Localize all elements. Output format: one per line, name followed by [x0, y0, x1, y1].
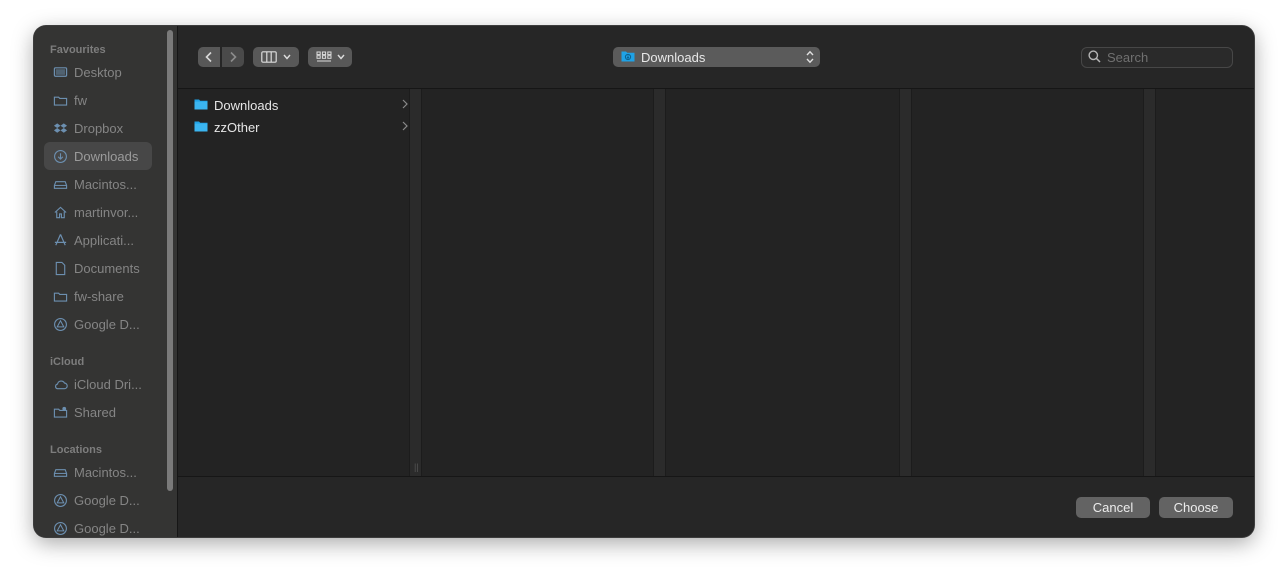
search-placeholder: Search	[1107, 50, 1149, 65]
sidebar-scrollbar[interactable]	[167, 30, 173, 491]
sidebar-section-locations: Locations	[50, 444, 102, 456]
file-chooser-dialog: Favourites Desktop fw Dropbox Downloads …	[34, 26, 1254, 537]
google-drive-icon	[52, 316, 68, 332]
location-popup[interactable]: Downloads	[613, 47, 820, 67]
column-resize-divider[interactable]: ||	[409, 89, 422, 476]
sidebar-item-google-drive[interactable]: Google D...	[44, 310, 152, 338]
list-item-zzother[interactable]: zzOther	[194, 117, 408, 137]
desktop-icon	[52, 64, 68, 80]
download-icon	[52, 148, 68, 164]
view-mode-button[interactable]	[253, 47, 299, 67]
chevron-left-icon	[204, 51, 214, 63]
toolbar: Downloads Search	[178, 26, 1254, 89]
cancel-button[interactable]: Cancel	[1076, 497, 1150, 518]
sidebar-item-fw[interactable]: fw	[44, 86, 152, 114]
sidebar-item-downloads[interactable]: Downloads	[44, 142, 152, 170]
sidebar-item-applications[interactable]: Applicati...	[44, 226, 152, 254]
sidebar-item-fw-share[interactable]: fw-share	[44, 282, 152, 310]
sidebar-item-shared[interactable]: Shared	[44, 398, 152, 426]
sidebar-item-home[interactable]: martinvor...	[44, 198, 152, 226]
list-item-downloads[interactable]: Downloads	[194, 95, 408, 115]
list-item-label: zzOther	[214, 119, 260, 135]
resize-grip-icon: ||	[414, 462, 419, 472]
chevron-down-icon	[283, 54, 291, 60]
group-by-button[interactable]	[308, 47, 352, 67]
dropbox-icon	[52, 120, 68, 136]
column-resize-divider[interactable]	[1143, 89, 1156, 476]
list-item-label: Downloads	[214, 97, 279, 113]
shared-folder-icon	[52, 404, 68, 420]
cloud-icon	[52, 376, 68, 392]
sidebar-section-favourites: Favourites	[50, 44, 106, 56]
folder-icon	[52, 92, 68, 108]
dialog-footer: Cancel Choose	[178, 476, 1254, 537]
disk-icon	[52, 176, 68, 192]
browser-column-4[interactable]	[912, 89, 1143, 476]
folder-icon	[194, 120, 208, 135]
column-browser: Downloads zzOther ||	[178, 89, 1254, 476]
choose-button[interactable]: Choose	[1159, 497, 1233, 518]
browser-column-2[interactable]	[422, 89, 653, 476]
browser-column-3[interactable]	[666, 89, 899, 476]
columns-view-icon	[261, 51, 277, 63]
google-drive-icon	[52, 492, 68, 508]
sidebar-item-desktop[interactable]: Desktop	[44, 58, 152, 86]
browser-column-1[interactable]: Downloads zzOther	[178, 89, 409, 476]
search-icon	[1088, 49, 1101, 66]
chevron-right-icon	[402, 98, 408, 112]
sidebar-item-documents[interactable]: Documents	[44, 254, 152, 282]
home-icon	[52, 204, 68, 220]
folder-icon	[52, 288, 68, 304]
sidebar-item-icloud-drive[interactable]: iCloud Dri...	[44, 370, 152, 398]
sidebar-item-macintosh-hd[interactable]: Macintos...	[44, 170, 152, 198]
search-field[interactable]: Search	[1081, 47, 1233, 68]
chevron-right-icon	[228, 51, 238, 63]
sidebar-item-dropbox[interactable]: Dropbox	[44, 114, 152, 142]
sidebar-item-location-google-drive-2[interactable]: Google D...	[44, 514, 152, 537]
document-icon	[52, 260, 68, 276]
sidebar-item-location-google-drive-1[interactable]: Google D...	[44, 486, 152, 514]
sidebar: Favourites Desktop fw Dropbox Downloads …	[34, 26, 178, 537]
location-popup-label: Downloads	[641, 49, 706, 65]
column-resize-divider[interactable]	[653, 89, 666, 476]
forward-button[interactable]	[222, 47, 244, 67]
grid-icon	[316, 51, 332, 63]
back-button[interactable]	[198, 47, 220, 67]
google-drive-icon	[52, 520, 68, 536]
disk-icon	[52, 464, 68, 480]
browser-column-5[interactable]	[1156, 89, 1254, 476]
column-resize-divider[interactable]	[899, 89, 912, 476]
chevron-right-icon	[402, 120, 408, 134]
sidebar-section-icloud: iCloud	[50, 356, 85, 368]
folder-icon	[194, 98, 208, 113]
downloads-folder-icon	[621, 50, 635, 65]
applications-icon	[52, 232, 68, 248]
chevron-down-icon	[336, 54, 345, 60]
up-down-chevron-icon	[806, 50, 814, 67]
sidebar-item-location-macintosh-hd[interactable]: Macintos...	[44, 458, 152, 486]
